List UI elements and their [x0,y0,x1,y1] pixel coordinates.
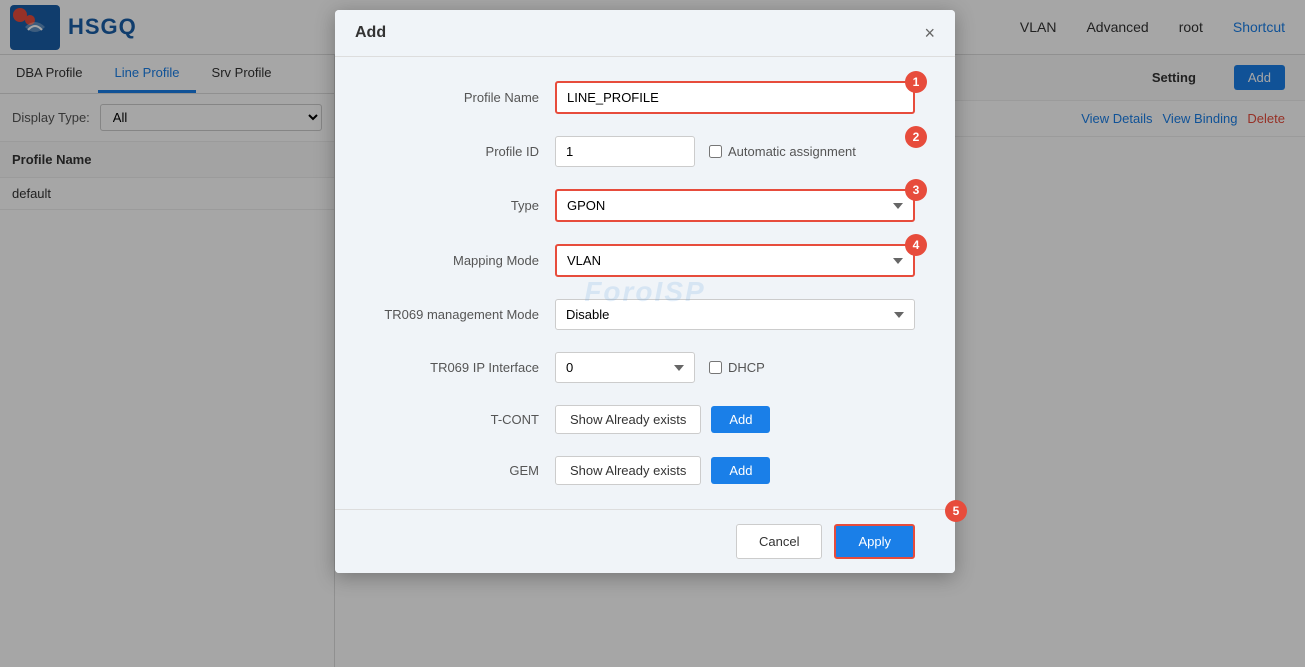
tcont-controls: Show Already exists Add [555,405,915,434]
dhcp-label: DHCP [709,360,765,375]
tr069-mode-select[interactable]: Disable Enable [555,299,915,330]
apply-button[interactable]: Apply [834,524,915,559]
modal-title: Add [355,24,386,42]
tr069-ip-select[interactable]: 0 1 2 [555,352,695,383]
badge-2: 2 [905,126,927,148]
profile-id-label: Profile ID [375,144,555,159]
mapping-mode-label: Mapping Mode [375,253,555,268]
tcont-add-button[interactable]: Add [711,406,770,433]
dhcp-checkbox[interactable] [709,361,722,374]
tr069-ip-label: TR069 IP Interface [375,360,555,375]
type-row: Type GPON EPON 3 [375,189,915,222]
auto-assign-label: Automatic assignment [709,144,856,159]
add-modal: Add × ForoISP Profile Name 1 Profile ID … [335,10,955,573]
badge-4: 4 [905,234,927,256]
tcont-show-exists-button[interactable]: Show Already exists [555,405,701,434]
type-select[interactable]: GPON EPON [555,189,915,222]
type-label: Type [375,198,555,213]
profile-name-row: Profile Name 1 [375,81,915,114]
tr069-ip-row: TR069 IP Interface 0 1 2 DHCP [375,352,915,383]
cancel-button[interactable]: Cancel [736,524,822,559]
profile-name-label: Profile Name [375,90,555,105]
dhcp-row: 0 1 2 DHCP [555,352,915,383]
mapping-mode-row: Mapping Mode VLAN GEM Port 4 [375,244,915,277]
tcont-row: T-CONT Show Already exists Add [375,405,915,434]
gem-label: GEM [375,463,555,478]
gem-row: GEM Show Already exists Add [375,456,915,485]
badge-1: 1 [905,71,927,93]
badge-5: 5 [945,500,967,522]
modal-body: ForoISP Profile Name 1 Profile ID Automa… [335,57,955,509]
tr069-mode-row: TR069 management Mode Disable Enable [375,299,915,330]
gem-controls: Show Already exists Add [555,456,915,485]
modal-footer: Cancel Apply 5 [335,509,955,573]
mapping-mode-select[interactable]: VLAN GEM Port [555,244,915,277]
dhcp-text: DHCP [728,360,765,375]
id-row: Automatic assignment [555,136,915,167]
tcont-label: T-CONT [375,412,555,427]
badge-3: 3 [905,179,927,201]
modal-close-button[interactable]: × [924,24,935,42]
profile-id-input[interactable] [555,136,695,167]
profile-name-input[interactable] [555,81,915,114]
auto-assign-text: Automatic assignment [728,144,856,159]
modal-header: Add × [335,10,955,57]
gem-show-exists-button[interactable]: Show Already exists [555,456,701,485]
tr069-mode-label: TR069 management Mode [375,307,555,322]
profile-id-row: Profile ID Automatic assignment 2 [375,136,915,167]
auto-assign-checkbox[interactable] [709,145,722,158]
gem-add-button[interactable]: Add [711,457,770,484]
